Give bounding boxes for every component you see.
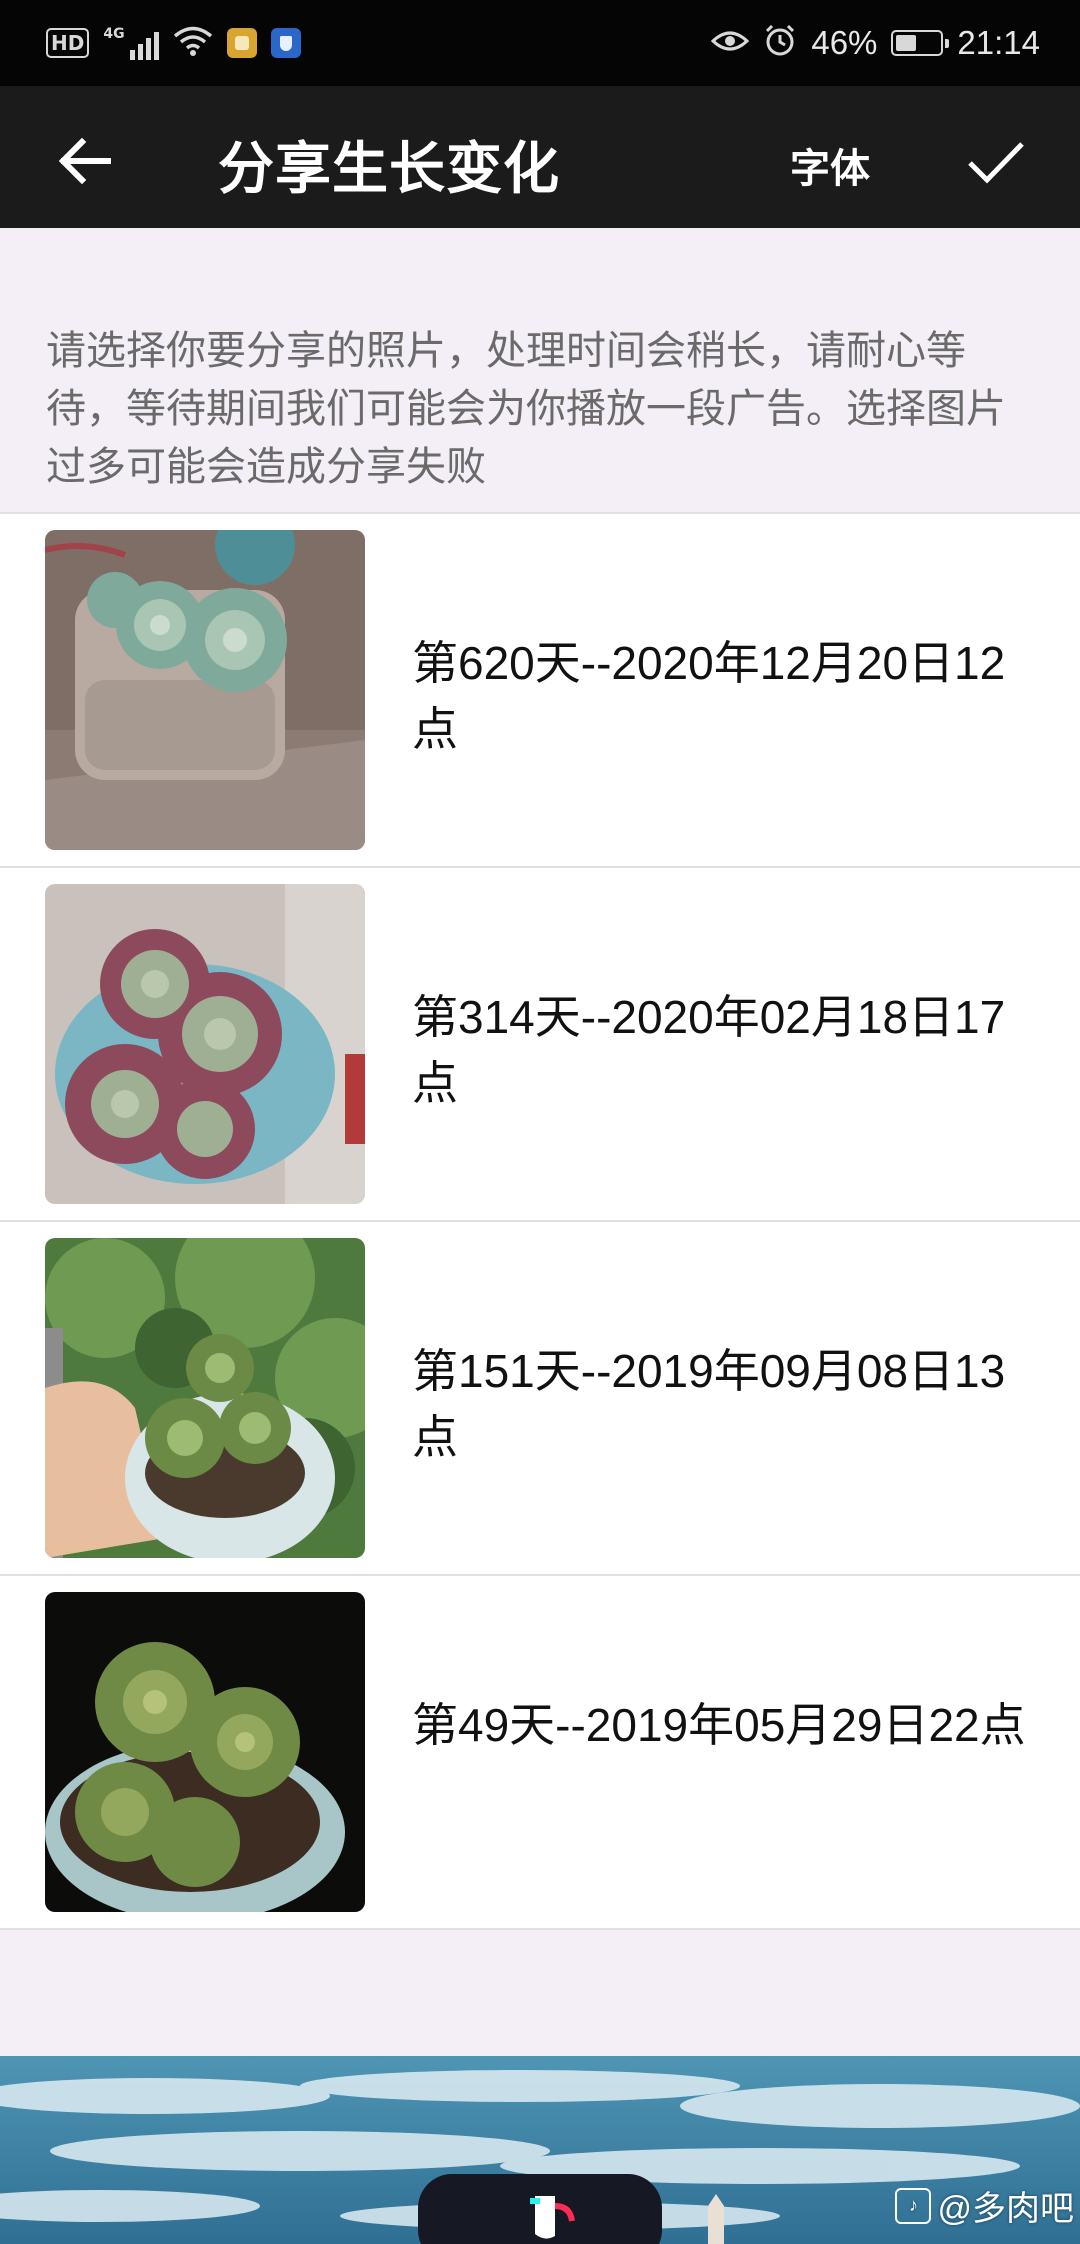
- photo-thumbnail[interactable]: [45, 1592, 365, 1912]
- list-item[interactable]: 第49天--2019年05月29日22点: [0, 1576, 1080, 1930]
- page-title: 分享生长变化: [218, 137, 560, 200]
- watermark: ♪ @多肉吧: [895, 2181, 1074, 2230]
- check-icon: [968, 142, 1024, 184]
- photo-thumbnail[interactable]: [45, 884, 365, 1204]
- list-item[interactable]: 第151天--2019年09月08日13点: [0, 1222, 1080, 1576]
- douyin-logo-icon: ♪: [895, 2187, 932, 2224]
- watermark-text: @多肉吧: [937, 2190, 1074, 2228]
- app-bar: 分享生长变化 字体: [0, 86, 1080, 228]
- status-right: 46% 21:14: [711, 24, 1040, 62]
- wifi-icon: [173, 25, 213, 61]
- status-left: HD 4G: [46, 25, 301, 61]
- back-button[interactable]: [50, 126, 120, 196]
- arrow-left-icon: [58, 137, 111, 185]
- eye-icon: [711, 28, 750, 58]
- confirm-button[interactable]: [960, 126, 1032, 198]
- font-button[interactable]: 字体: [790, 136, 870, 194]
- photo-caption: 第49天--2019年05月29日22点: [412, 1699, 1026, 1751]
- photo-thumbnail[interactable]: [45, 530, 365, 850]
- list-item[interactable]: 第314天--2020年02月18日17点: [0, 868, 1080, 1222]
- battery-percent: 46%: [811, 24, 878, 61]
- shield-icon: [270, 28, 301, 58]
- photo-caption: 第151天--2019年09月08日13点: [412, 1345, 1006, 1463]
- hd-icon: HD: [46, 28, 90, 58]
- photo-thumbnail[interactable]: [45, 1238, 365, 1558]
- clock: 21:14: [957, 24, 1040, 61]
- battery-icon: [891, 30, 950, 56]
- status-bar: HD 4G 46% 21:14: [0, 0, 1080, 86]
- signal-icon: 4G: [103, 26, 159, 60]
- ad-banner[interactable]: ♪ @多肉吧: [0, 2056, 1080, 2244]
- network-type-label: 4G: [103, 26, 125, 42]
- photo-caption: 第620天--2020年12月20日12点: [412, 637, 1006, 755]
- app-notification-icon: [226, 28, 257, 58]
- alarm-icon: [763, 24, 797, 62]
- instruction-text: 请选择你要分享的照片，处理时间会稍长，请耐心等待，等待期间我们可能会为你播放一段…: [46, 329, 1006, 489]
- photo-list: 第620天--2020年12月20日12点 第314天--2020年02月18日…: [0, 512, 1080, 1930]
- list-item[interactable]: 第620天--2020年12月20日12点: [0, 514, 1080, 868]
- photo-caption: 第314天--2020年02月18日17点: [412, 991, 1006, 1109]
